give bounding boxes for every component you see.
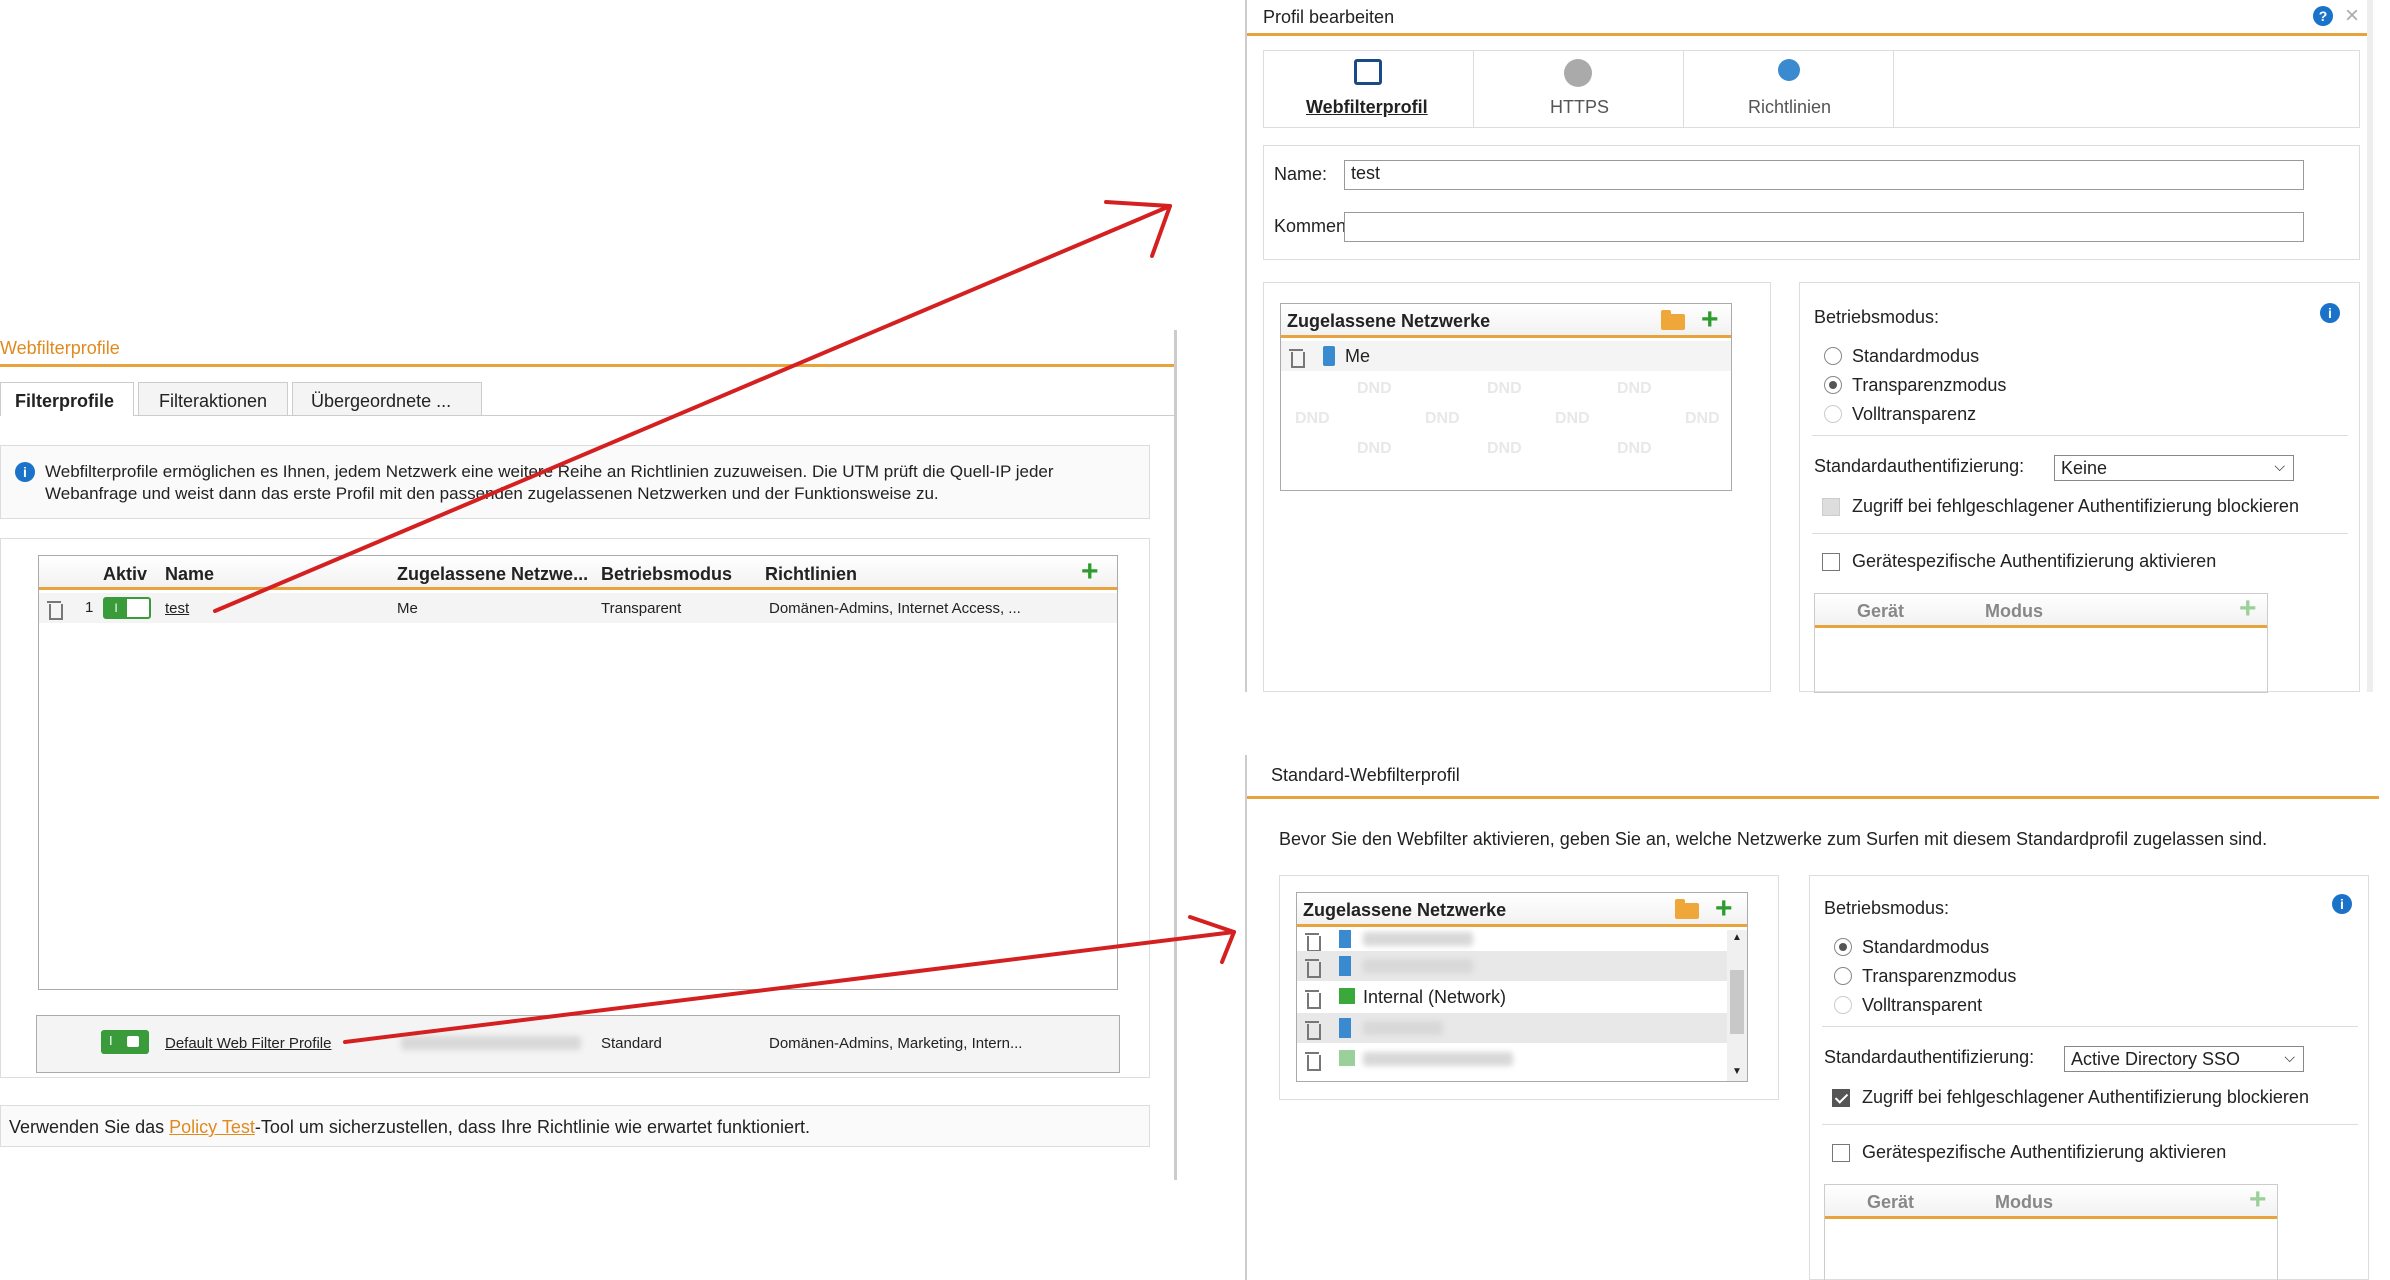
arrow-to-default-dialog — [343, 915, 1236, 1044]
annotation-arrows — [213, 200, 1236, 1044]
arrow-to-edit-dialog — [213, 200, 1172, 613]
